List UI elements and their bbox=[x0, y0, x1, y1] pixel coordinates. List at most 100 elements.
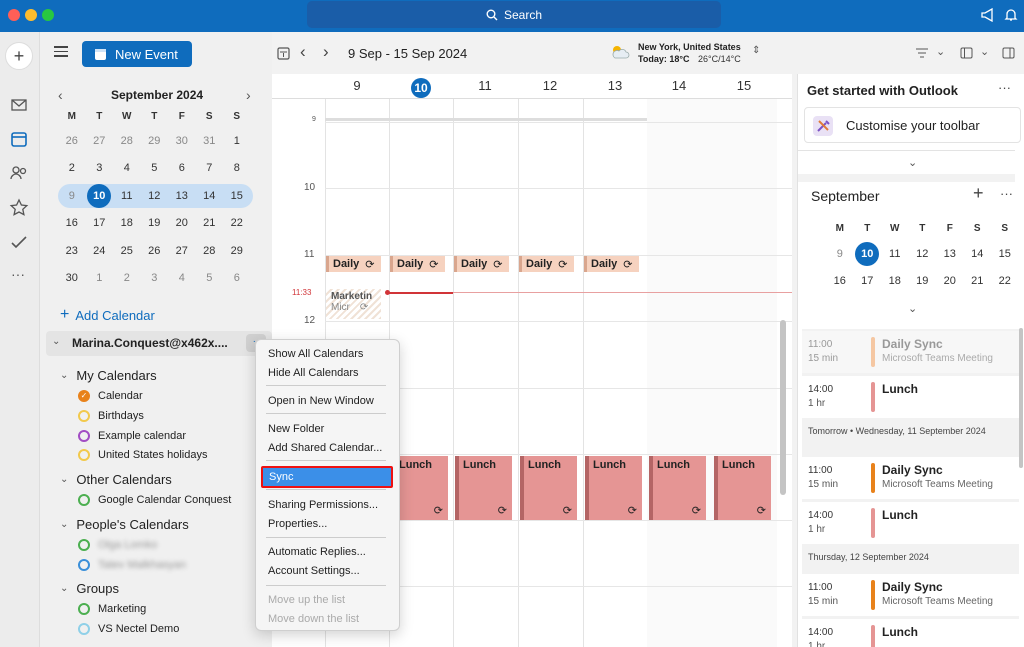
lunch-event[interactable]: Lunch ⟳ bbox=[585, 456, 642, 520]
tree-group-header[interactable]: ⌄ Groups bbox=[60, 581, 119, 596]
bell-icon[interactable] bbox=[1004, 7, 1018, 23]
mini-cal-day[interactable]: 9 bbox=[58, 190, 86, 202]
lunch-event[interactable]: Lunch ⟳ bbox=[649, 456, 706, 520]
next-week-icon[interactable]: › bbox=[323, 42, 329, 62]
context-menu-item-sync[interactable]: Sync bbox=[261, 466, 393, 488]
agenda-event[interactable]: 11:00 15 min Daily Sync Microsoft Teams Mee… bbox=[802, 574, 1019, 616]
star-icon[interactable] bbox=[8, 197, 30, 219]
unchecked-circle-icon[interactable] bbox=[78, 558, 90, 571]
mini-cal-prev-icon[interactable]: ‹ bbox=[58, 87, 63, 103]
view-layout-icon[interactable] bbox=[960, 47, 973, 59]
daily-sync-event[interactable]: Daily ⟳ bbox=[519, 256, 574, 272]
mini-cal-day[interactable]: 11 bbox=[113, 190, 141, 202]
mail-icon[interactable] bbox=[8, 94, 30, 116]
right-cal-day[interactable]: 16 bbox=[826, 275, 854, 287]
mini-cal-day[interactable]: 8 bbox=[223, 162, 251, 174]
mini-cal-day[interactable]: 15 bbox=[223, 190, 251, 202]
right-cal-day[interactable]: 10 bbox=[854, 241, 882, 266]
mini-cal-day[interactable]: 28 bbox=[196, 245, 224, 257]
right-cal-day[interactable]: 14 bbox=[964, 248, 992, 260]
mini-cal-day[interactable]: 25 bbox=[113, 245, 141, 257]
view-chevron-icon[interactable]: ⌄ bbox=[980, 45, 989, 58]
mini-cal-day[interactable]: 19 bbox=[141, 217, 169, 229]
unchecked-circle-icon[interactable] bbox=[78, 603, 90, 615]
lunch-event[interactable]: Lunch ⟳ bbox=[714, 456, 771, 520]
tree-group-header[interactable]: ⌄ Other Calendars bbox=[60, 472, 172, 487]
hamburger-menu-icon[interactable] bbox=[54, 46, 68, 57]
mini-cal-day[interactable]: 16 bbox=[58, 217, 86, 229]
lunch-event[interactable]: Lunch ⟳ bbox=[455, 456, 512, 520]
day-column-header[interactable]: 13 bbox=[583, 78, 647, 93]
side-panel-icon[interactable] bbox=[1002, 47, 1015, 59]
right-cal-day[interactable]: 15 bbox=[991, 248, 1019, 260]
add-event-plus-icon[interactable]: + bbox=[973, 183, 984, 204]
context-menu-item[interactable]: Show All Calendars bbox=[268, 348, 363, 360]
get-started-more-icon[interactable]: ··· bbox=[998, 80, 1011, 95]
daily-sync-event[interactable]: Daily ⟳ bbox=[454, 256, 509, 272]
zoom-window-button[interactable] bbox=[42, 9, 54, 21]
right-cal-expand-icon[interactable]: ⌄ bbox=[908, 302, 917, 315]
mini-cal-day[interactable]: 24 bbox=[86, 245, 114, 257]
mini-cal-day[interactable]: 1 bbox=[223, 135, 251, 147]
right-cal-day[interactable]: 18 bbox=[881, 275, 909, 287]
tree-group-header[interactable]: ⌄ People's Calendars bbox=[60, 517, 189, 532]
calendar-item[interactable]: VS Nectel Demo bbox=[78, 622, 179, 635]
prev-week-icon[interactable]: ‹ bbox=[300, 42, 306, 62]
mini-cal-day[interactable]: 3 bbox=[86, 162, 114, 174]
agenda-event[interactable]: 14:00 1 hr Lunch bbox=[802, 502, 1019, 544]
right-month-more-icon[interactable]: ··· bbox=[1000, 186, 1013, 201]
agenda-scrollbar[interactable] bbox=[1019, 328, 1023, 468]
calendar-item[interactable]: Tatev Malkhasyan bbox=[78, 558, 186, 571]
mini-cal-day[interactable]: 28 bbox=[113, 135, 141, 147]
unchecked-circle-icon[interactable] bbox=[78, 429, 90, 442]
mini-cal-day[interactable]: 17 bbox=[86, 217, 114, 229]
mini-cal-day[interactable]: 18 bbox=[113, 217, 141, 229]
day-column-header[interactable]: 10 bbox=[389, 78, 453, 98]
mini-cal-day[interactable]: 29 bbox=[223, 245, 251, 257]
context-menu-item[interactable]: Open in New Window bbox=[268, 395, 374, 407]
day-column-header[interactable]: 12 bbox=[518, 78, 582, 93]
calendar-item[interactable]: United States holidays bbox=[78, 449, 207, 462]
day-column-header[interactable]: 14 bbox=[647, 78, 711, 93]
minimize-window-button[interactable] bbox=[25, 9, 37, 21]
context-menu-item[interactable]: Account Settings... bbox=[268, 565, 360, 577]
mini-cal-day[interactable]: 31 bbox=[196, 135, 224, 147]
calendar-item[interactable]: Marketing bbox=[78, 603, 146, 615]
mini-cal-day[interactable]: 22 bbox=[223, 217, 251, 229]
mini-cal-day[interactable]: 6 bbox=[168, 162, 196, 174]
mini-cal-day[interactable]: 30 bbox=[58, 272, 86, 284]
context-menu-item[interactable]: Properties... bbox=[268, 518, 327, 530]
unchecked-circle-icon[interactable] bbox=[78, 449, 90, 462]
mini-cal-day[interactable]: 27 bbox=[168, 245, 196, 257]
expand-chevron-icon[interactable]: ⌄ bbox=[908, 156, 917, 169]
weather-location[interactable]: New York, United States bbox=[638, 42, 741, 52]
close-window-button[interactable] bbox=[8, 9, 20, 21]
mini-cal-day[interactable]: 21 bbox=[196, 217, 224, 229]
date-range[interactable]: 9 Sep - 15 Sep 2024 bbox=[348, 46, 467, 61]
context-menu-item[interactable]: Add Shared Calendar... bbox=[268, 442, 382, 454]
day-column-header[interactable]: 11 bbox=[453, 78, 517, 93]
mini-cal-day[interactable]: 10 bbox=[86, 183, 114, 208]
right-cal-day[interactable]: 9 bbox=[826, 248, 854, 260]
right-cal-day[interactable]: 17 bbox=[854, 275, 882, 287]
filter-icon[interactable] bbox=[915, 47, 929, 59]
daily-sync-event[interactable]: Daily ⟳ bbox=[584, 256, 639, 272]
unchecked-circle-icon[interactable] bbox=[78, 622, 90, 635]
right-cal-day[interactable]: 21 bbox=[964, 275, 992, 287]
compose-plus-icon[interactable]: + bbox=[5, 42, 33, 70]
mini-cal-day[interactable]: 4 bbox=[168, 272, 196, 284]
context-menu-item[interactable]: Hide All Calendars bbox=[268, 367, 359, 379]
agenda-event[interactable]: 14:00 1 hr Lunch bbox=[802, 376, 1019, 418]
more-apps-icon[interactable]: ··· bbox=[11, 266, 25, 282]
right-cal-day[interactable]: 12 bbox=[909, 248, 937, 260]
mini-cal-day[interactable]: 13 bbox=[168, 190, 196, 202]
customise-toolbar-card[interactable]: Customise your toolbar bbox=[804, 107, 1021, 143]
mini-cal-day[interactable]: 20 bbox=[168, 217, 196, 229]
mini-cal-day[interactable]: 7 bbox=[196, 162, 224, 174]
agenda-event[interactable]: 14:00 1 hr Lunch bbox=[802, 619, 1019, 647]
daily-sync-event[interactable]: Daily ⟳ bbox=[326, 256, 381, 272]
right-cal-day[interactable]: 19 bbox=[909, 275, 937, 287]
mini-cal-day[interactable]: 2 bbox=[58, 162, 86, 174]
mini-cal-day[interactable]: 12 bbox=[141, 190, 169, 202]
mini-cal-day[interactable]: 1 bbox=[86, 272, 114, 284]
